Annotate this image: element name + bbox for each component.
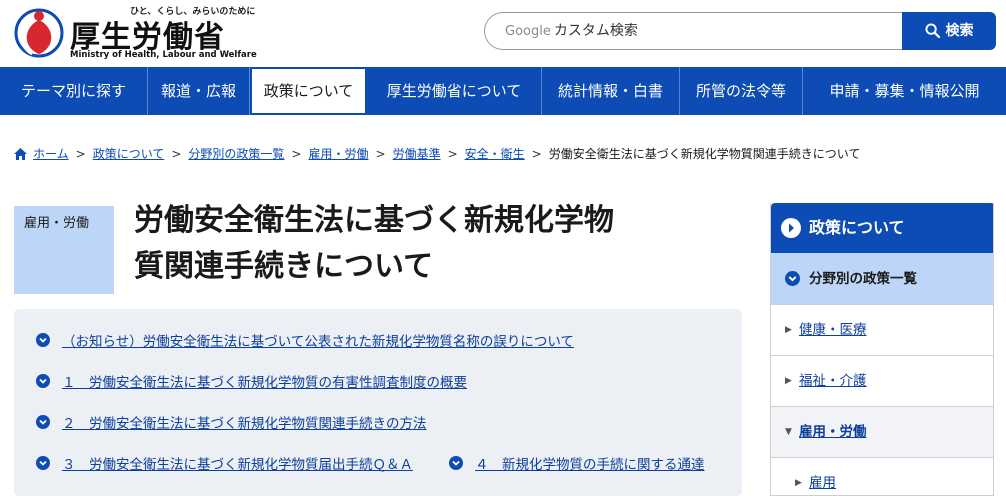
anchor-link-label: ３ 労働安全衛生法に基づく新規化学物質届出手続Ｑ＆Ａ <box>62 457 413 473</box>
sidebar-subheading[interactable]: 分野別の政策一覧 <box>771 253 993 305</box>
anchor-link-notifications[interactable]: ４ 新規化学物質の手続に関する通達 <box>449 453 705 473</box>
chevron-right-circle-icon <box>781 218 801 238</box>
sidebar-item-employment[interactable]: ▼ 雇用・労働 <box>771 407 993 458</box>
logo-subtitle: Ministry of Health, Labour and Welfare <box>70 50 257 60</box>
breadcrumb-policy[interactable]: 政策について <box>93 145 165 162</box>
page-title: 労働安全衛生法に基づく新規化学物 質関連手続きについて <box>134 198 734 290</box>
anchor-link-label: ２ 労働安全衛生法に基づく新規化学物質関連手続きの方法 <box>62 416 427 432</box>
search-button[interactable]: 検索 <box>902 12 996 50</box>
breadcrumb-separator: > <box>75 146 86 161</box>
site-logo[interactable]: ひと、くらし、みらいのために 厚生労働省 Ministry of Health,… <box>14 4 257 62</box>
anchor-link-panel: （お知らせ）労働安全衛生法に基づいて公表された新規化学物質名称の誤りについて １… <box>14 309 742 496</box>
sidebar-heading[interactable]: 政策について <box>771 203 993 253</box>
nav-item-laws[interactable]: 所管の法令等 <box>680 67 803 115</box>
sidebar-item-label: 雇用 <box>809 475 836 491</box>
breadcrumb-current: 労働安全衛生法に基づく新規化学物質関連手続きについて <box>548 147 861 161</box>
sidebar-item-label: 福祉・介護 <box>799 373 867 389</box>
home-icon <box>14 147 27 160</box>
mhlw-logo-icon <box>14 8 64 58</box>
category-label: 雇用・労働 <box>14 206 114 294</box>
sidebar-item-welfare[interactable]: ▶ 福祉・介護 <box>771 356 993 407</box>
nav-item-press[interactable]: 報道・広報 <box>148 67 250 115</box>
chevron-down-circle-icon <box>36 456 50 470</box>
triangle-right-icon: ▶ <box>785 325 792 335</box>
breadcrumb-separator: > <box>375 146 386 161</box>
anchor-link-label: （お知らせ）労働安全衛生法に基づいて公表された新規化学物質名称の誤りについて <box>62 334 574 350</box>
search-button-label: 検索 <box>945 23 974 39</box>
search-placeholder: カスタム検索 <box>553 23 638 39</box>
sidebar-item-employment-child[interactable]: ▶ 雇用 <box>771 458 993 495</box>
triangle-down-icon: ▼ <box>785 427 792 437</box>
breadcrumb-employment[interactable]: 雇用・労働 <box>308 145 368 162</box>
nav-item-about[interactable]: 厚生労働省について <box>367 67 542 115</box>
page-title-line1: 労働安全衛生法に基づく新規化学物 <box>134 203 614 238</box>
triangle-right-icon: ▶ <box>795 478 802 488</box>
sidebar-item-label: 雇用・労働 <box>799 424 867 440</box>
breadcrumb: ホーム > 政策について > 分野別の政策一覧 > 雇用・労働 > 労働基準 >… <box>14 145 860 162</box>
anchor-link-qa[interactable]: ３ 労働安全衛生法に基づく新規化学物質届出手続Ｑ＆Ａ <box>36 453 413 473</box>
page-title-line2: 質関連手続きについて <box>134 249 434 284</box>
breadcrumb-separator: > <box>291 146 302 161</box>
google-brand-label: Google <box>505 24 551 39</box>
breadcrumb-policy-list[interactable]: 分野別の政策一覧 <box>188 145 284 162</box>
nav-item-applications[interactable]: 申請・募集・情報公開 <box>803 67 1006 115</box>
sidebar-nav: 政策について 分野別の政策一覧 ▶ 健康・医療 ▶ 福祉・介護 ▼ 雇用・労働 … <box>770 203 994 496</box>
chevron-down-circle-icon <box>785 271 800 286</box>
sidebar-heading-label: 政策について <box>809 218 905 237</box>
breadcrumb-home[interactable]: ホーム <box>33 145 69 162</box>
anchor-link-label: １ 労働安全衛生法に基づく新規化学物質の有害性調査制度の概要 <box>62 375 467 391</box>
breadcrumb-separator: > <box>447 146 458 161</box>
nav-item-policy[interactable]: 政策について <box>250 67 367 115</box>
global-nav: テーマ別に探す 報道・広報 政策について 厚生労働省について 統計情報・白書 所… <box>0 67 1006 115</box>
anchor-link-notice[interactable]: （お知らせ）労働安全衛生法に基づいて公表された新規化学物質名称の誤りについて <box>36 330 574 350</box>
triangle-right-icon: ▶ <box>785 376 792 386</box>
chevron-down-circle-icon <box>449 456 463 470</box>
site-header: ひと、くらし、みらいのために 厚生労働省 Ministry of Health,… <box>0 0 1006 66</box>
sidebar-subheading-label: 分野別の政策一覧 <box>809 271 917 287</box>
site-search: Google カスタム検索 検索 <box>484 12 996 50</box>
breadcrumb-safety-health[interactable]: 安全・衛生 <box>465 145 525 162</box>
anchor-link-overview[interactable]: １ 労働安全衛生法に基づく新規化学物質の有害性調査制度の概要 <box>36 371 467 391</box>
chevron-down-circle-icon <box>36 374 50 388</box>
chevron-down-circle-icon <box>36 333 50 347</box>
breadcrumb-separator: > <box>171 146 182 161</box>
search-icon <box>924 23 940 39</box>
nav-item-statistics[interactable]: 統計情報・白書 <box>542 67 680 115</box>
sidebar-item-label: 健康・医療 <box>799 322 867 338</box>
anchor-link-label: ４ 新規化学物質の手続に関する通達 <box>475 457 705 473</box>
breadcrumb-separator: > <box>531 146 542 161</box>
chevron-down-circle-icon <box>36 415 50 429</box>
nav-item-themes[interactable]: テーマ別に探す <box>0 67 148 115</box>
search-input[interactable]: Google カスタム検索 <box>484 12 914 50</box>
breadcrumb-labor-standards[interactable]: 労働基準 <box>393 145 441 162</box>
sidebar-item-health[interactable]: ▶ 健康・医療 <box>771 305 993 356</box>
anchor-link-procedure[interactable]: ２ 労働安全衛生法に基づく新規化学物質関連手続きの方法 <box>36 412 427 432</box>
